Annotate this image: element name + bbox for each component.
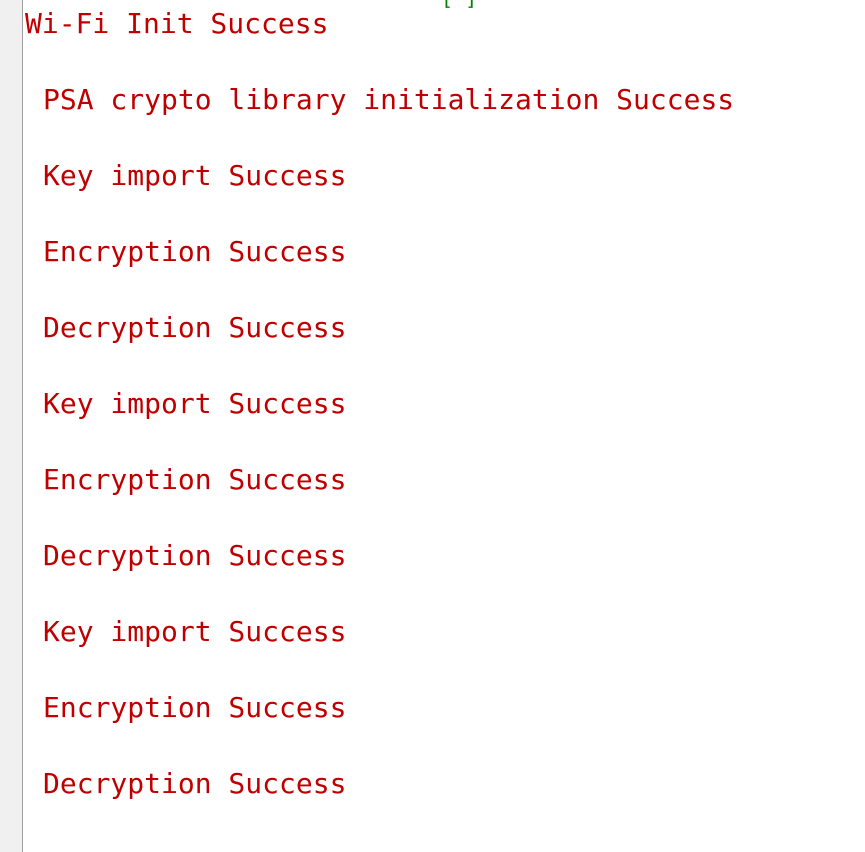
editor-gutter — [0, 0, 23, 852]
log-line-encryption-3: Encryption Success — [43, 691, 347, 724]
log-line-decryption-2: Decryption Success — [43, 539, 347, 572]
log-line-key-import-1: Key import Success — [43, 159, 347, 192]
log-line-encryption-2: Encryption Success — [43, 463, 347, 496]
log-line-key-import-2: Key import Success — [43, 387, 347, 420]
log-line-decryption-1: Decryption Success — [43, 311, 347, 344]
console-output: [ ] Wi-Fi Init Success PSA crypto librar… — [23, 0, 865, 852]
log-line-key-import-3: Key import Success — [43, 615, 347, 648]
log-line-wifi-init: Wi-Fi Init Success — [25, 7, 329, 40]
log-line-psa-init: PSA crypto library initialization Succes… — [43, 83, 735, 116]
truncated-top-fragment: [ ] — [441, 0, 477, 10]
log-line-decryption-3: Decryption Success — [43, 767, 347, 800]
log-line-encryption-1: Encryption Success — [43, 235, 347, 268]
